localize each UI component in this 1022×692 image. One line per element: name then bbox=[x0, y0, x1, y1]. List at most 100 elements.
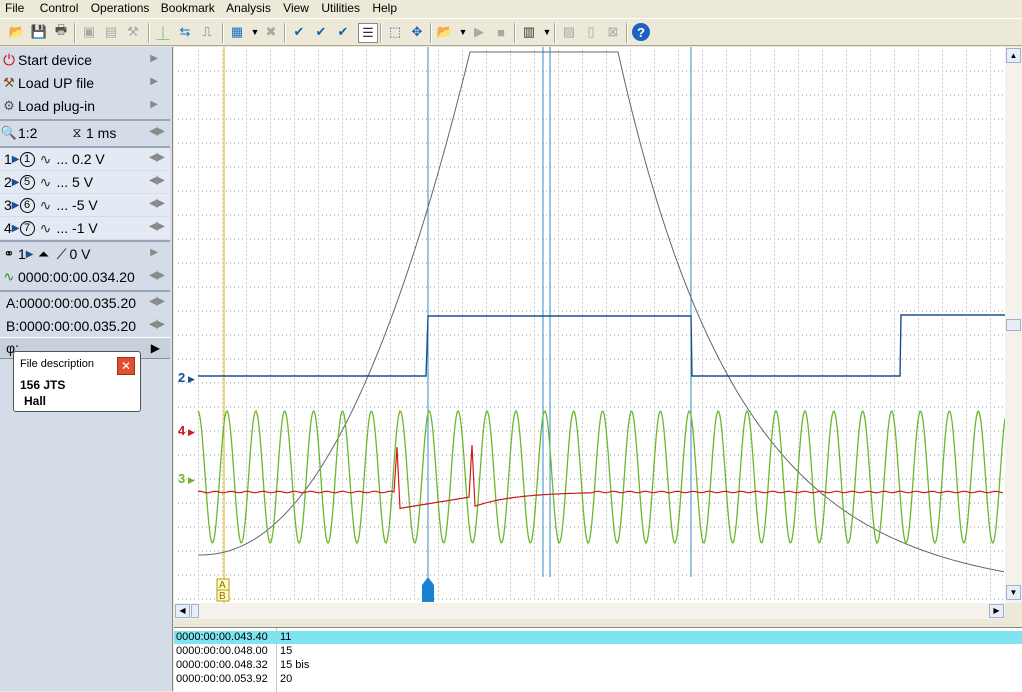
play-icon[interactable]: ▶ bbox=[151, 341, 160, 355]
adjust-arrows-icon[interactable]: ◀|▶ bbox=[149, 270, 165, 281]
copy-icon[interactable]: ▣ bbox=[80, 23, 98, 41]
menu-operations[interactable]: Operations bbox=[91, 0, 150, 15]
keypad-icon[interactable]: ▥ bbox=[520, 23, 538, 41]
menu-analysis[interactable]: Analysis bbox=[226, 0, 271, 15]
channel-3-trace bbox=[197, 409, 1005, 545]
channel-4-probe[interactable]: 7 bbox=[19, 220, 35, 236]
delete-icon[interactable]: ✖ bbox=[262, 23, 280, 41]
trigger-time-row[interactable]: ∿ 0000:00:00.034.20 ◀|▶ bbox=[0, 266, 170, 288]
chevron-right-icon: ▶ bbox=[150, 99, 158, 110]
scroll-right-icon[interactable]: ▶ bbox=[989, 604, 1004, 618]
scroll-up-icon[interactable]: ▲ bbox=[1006, 48, 1021, 63]
cursor-a-row[interactable]: A: 0000:00:00.035.20 ◀|▶ bbox=[0, 292, 170, 314]
menu-control[interactable]: Control bbox=[40, 0, 79, 15]
signal-icon[interactable]: ⎍ bbox=[198, 23, 216, 41]
rising-edge-icon[interactable]: ⏶ bbox=[34, 246, 54, 263]
list-item[interactable]: 0000:00:00.043.40 11 bbox=[174, 631, 1022, 644]
channel-2-trace bbox=[198, 314, 1005, 377]
coupling-icon[interactable]: ∿ bbox=[35, 151, 57, 168]
hammer-icon: ⚒ bbox=[3, 75, 15, 90]
scroll-down-icon[interactable]: ▼ bbox=[1006, 585, 1021, 600]
clear-icon[interactable]: ⊠ bbox=[604, 23, 622, 41]
zoom-select-icon[interactable]: ⬚ bbox=[386, 23, 404, 41]
check-double-icon[interactable]: ✔ bbox=[334, 23, 352, 41]
play-icon[interactable]: ▶ bbox=[470, 23, 488, 41]
vertical-scrollbar[interactable]: ▲ ▼ bbox=[1005, 47, 1022, 603]
scroll-left-icon[interactable]: ◀ bbox=[175, 604, 190, 618]
display-icon[interactable]: ▦ bbox=[228, 23, 246, 41]
adjust-arrows-icon[interactable]: ◀|▶ bbox=[149, 296, 165, 307]
trigger-time[interactable]: 0000:00:00.034.20 bbox=[18, 269, 135, 285]
bookmark-label: 20 bbox=[280, 673, 293, 685]
horizontal-scroll-thumb[interactable] bbox=[191, 604, 199, 618]
notes-icon[interactable]: ☰ bbox=[358, 23, 378, 43]
channel-2-probe[interactable]: 5 bbox=[19, 174, 35, 190]
oscilloscope-plot[interactable]: A B 2 ▶ 4 ▶ 3 ▶ bbox=[174, 47, 1022, 603]
timebase-value[interactable]: 1 ms bbox=[86, 125, 116, 141]
cursor-a-time[interactable]: 0000:00:00.035.20 bbox=[19, 295, 136, 311]
chart-icon[interactable]: ▨ bbox=[560, 23, 578, 41]
print-icon[interactable]: 🖶 bbox=[52, 22, 70, 41]
menu-help[interactable]: Help bbox=[372, 0, 397, 15]
trigger-row[interactable]: ⚭ 1 ▶ ⏶ ⟋ 0 V ▶ bbox=[0, 243, 170, 265]
trigger-level[interactable]: 0 V bbox=[70, 246, 91, 262]
coupling-icon[interactable]: ∿ bbox=[35, 174, 57, 191]
open-folder-icon[interactable]: 📂 bbox=[8, 23, 26, 41]
coupling-icon[interactable]: ∿ bbox=[35, 220, 57, 237]
page-icon[interactable]: ▯ bbox=[582, 23, 600, 41]
zoom-pan-icon[interactable]: ✥ bbox=[408, 23, 426, 41]
list-item[interactable]: 0000:00:00.048.32 15 bis bbox=[174, 659, 1022, 672]
channel-3-probe[interactable]: 6 bbox=[19, 197, 35, 213]
trigger-channel[interactable]: 1 bbox=[18, 246, 26, 262]
adjust-arrows-icon[interactable]: ◀|▶ bbox=[149, 152, 165, 163]
list-item[interactable]: 0000:00:00.048.00 15 bbox=[174, 645, 1022, 658]
plot-canvas[interactable]: A B 2 ▶ 4 ▶ 3 ▶ bbox=[174, 47, 1005, 603]
zoom-value[interactable]: 1:2 bbox=[18, 125, 68, 141]
menu-file[interactable]: File bbox=[5, 0, 24, 15]
check-down-icon[interactable]: ✔ bbox=[312, 23, 330, 41]
adjust-arrows-icon[interactable]: ◀|▶ bbox=[149, 198, 165, 209]
cursor-a-marker-label: A bbox=[219, 580, 226, 591]
arrow-right-icon: ▶ bbox=[11, 153, 20, 165]
load-up-file-button[interactable]: ⚒ Load UP file ▶ bbox=[0, 72, 170, 94]
list-item[interactable]: 0000:00:00.053.92 20 bbox=[174, 673, 1022, 686]
horizontal-scrollbar[interactable]: ◀ ▶ bbox=[174, 603, 1005, 619]
adjust-arrows-icon[interactable]: ◀|▶ bbox=[149, 221, 165, 232]
check-icon[interactable]: ✔ bbox=[290, 23, 308, 41]
channel-4-row[interactable]: 4 ▶ 7 ∿ ... -1 V ◀|▶ bbox=[0, 217, 170, 239]
load-plugin-button[interactable]: ⚙ Load plug-in ▶ bbox=[0, 95, 170, 117]
start-device-button[interactable]: ⏻ Start device ▶ bbox=[0, 49, 170, 71]
stop-icon[interactable]: ■ bbox=[492, 23, 510, 41]
zoom-timebase-row[interactable]: 🔍 1:2 ⧖ 1 ms ◀|▶ bbox=[0, 122, 170, 144]
adjust-arrows-icon[interactable]: ◀|▶ bbox=[149, 175, 165, 186]
save-icon[interactable]: 💾 bbox=[30, 23, 48, 41]
channel-1-row[interactable]: 1 ▶ 1 ∿ ... 0.2 V ◀|▶ bbox=[0, 148, 170, 170]
adjust-arrows-icon[interactable]: ◀|▶ bbox=[149, 126, 165, 137]
channel-3-value[interactable]: ... -5 V bbox=[57, 197, 98, 213]
vertical-scroll-thumb[interactable] bbox=[1006, 319, 1021, 331]
channel-1-value[interactable]: ... 0.2 V bbox=[57, 151, 105, 167]
bookmark-time: 0000:00:00.048.32 bbox=[176, 659, 268, 671]
help-icon[interactable]: ? bbox=[632, 23, 650, 41]
trigger-icon[interactable]: ⏊ bbox=[154, 23, 172, 41]
tool-icon[interactable]: ⚒ bbox=[124, 23, 142, 41]
file-description-popup: File description ✕ 156 JTS Hall bbox=[13, 351, 141, 412]
adjust-arrows-icon[interactable]: ◀|▶ bbox=[149, 319, 165, 330]
channel-3-row[interactable]: 3 ▶ 6 ∿ ... -5 V ◀|▶ bbox=[0, 194, 170, 216]
cursor-b-row[interactable]: B: 0000:00:00.035.20 ◀|▶ bbox=[0, 315, 170, 337]
channel-2-row[interactable]: 2 ▶ 5 ∿ ... 5 V ◀|▶ bbox=[0, 171, 170, 193]
cursor-ab-marker[interactable]: A B bbox=[216, 578, 230, 602]
channel-2-value[interactable]: ... 5 V bbox=[57, 174, 94, 190]
channel-1-probe[interactable]: 1 bbox=[19, 151, 35, 167]
open-signal-icon[interactable]: 📂 bbox=[436, 23, 454, 41]
menu-utilities[interactable]: Utilities bbox=[321, 0, 360, 15]
close-icon[interactable]: ✕ bbox=[117, 357, 135, 375]
cursor-b-time[interactable]: 0000:00:00.035.20 bbox=[19, 318, 136, 334]
menu-view[interactable]: View bbox=[283, 0, 309, 15]
measure-icon[interactable]: ⇆ bbox=[176, 23, 194, 41]
channel-4-value[interactable]: ... -1 V bbox=[57, 220, 98, 236]
coupling-icon[interactable]: ∿ bbox=[35, 197, 57, 214]
paste-icon[interactable]: ▤ bbox=[102, 23, 120, 41]
bookmark-pin-marker[interactable] bbox=[422, 577, 434, 602]
menu-bookmark[interactable]: Bookmark bbox=[161, 0, 215, 15]
